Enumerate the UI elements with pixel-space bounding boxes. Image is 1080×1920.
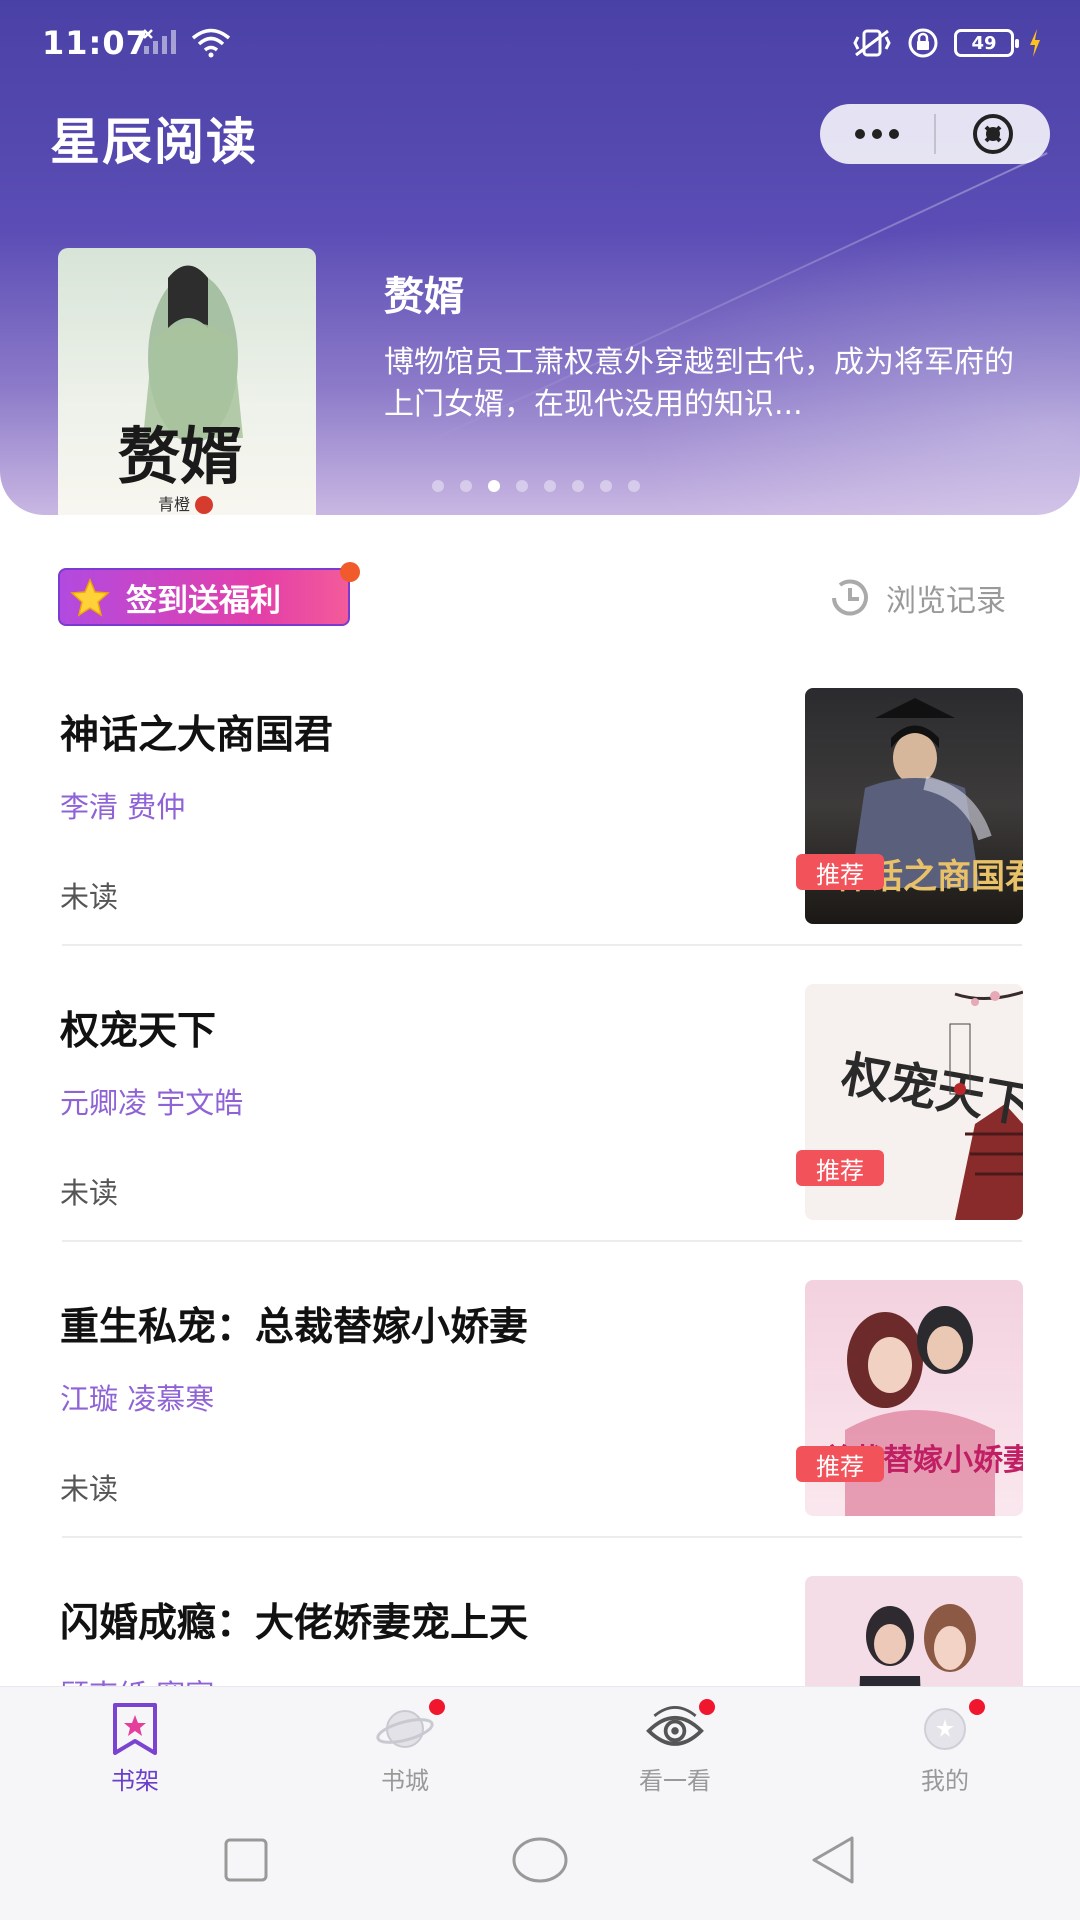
notification-dot <box>429 1699 445 1715</box>
tab-look[interactable]: 看一看 <box>540 1687 810 1805</box>
divider <box>62 1536 1022 1538</box>
carousel-dot[interactable] <box>432 480 444 492</box>
banner-description: 博物馆员工萧权意外穿越到古代，成为将军府的上门女婿，在现代没用的知识... <box>384 345 1014 422</box>
notification-dot <box>699 1699 715 1715</box>
banner-cover-author: 青橙 <box>158 495 190 514</box>
list-item[interactable]: 重生私宠：总裁替嫁小娇妻 江璇 凌慕寒 未读 总裁替嫁小娇妻 推荐 <box>0 1270 1080 1566</box>
bottom-tab-bar: 书架 书城 看一看 我的 <box>0 1686 1080 1804</box>
eye-icon <box>645 1699 715 1757</box>
carousel-dot[interactable] <box>544 480 556 492</box>
profile-planet-icon <box>915 1699 985 1757</box>
battery-level: 49 <box>971 32 997 54</box>
tab-profile[interactable]: 我的 <box>810 1687 1080 1805</box>
page-title: 星辰阅读 <box>50 113 258 171</box>
browse-history-button[interactable]: 浏览记录 <box>826 574 1006 622</box>
wifi-icon <box>191 28 231 58</box>
signin-label: 签到送福利 <box>126 582 281 619</box>
book-title: 神话之大商国君 <box>60 713 334 758</box>
close-icon <box>973 114 1013 154</box>
book-cover[interactable] <box>805 1576 1023 1686</box>
carousel-dot[interactable] <box>628 480 640 492</box>
carousel-dot[interactable] <box>572 480 584 492</box>
recommend-tag: 推荐 <box>796 1150 884 1186</box>
rotation-lock-icon <box>908 28 938 58</box>
mini-program-capsule <box>820 104 1050 164</box>
charging-icon <box>1030 29 1040 57</box>
planet-icon <box>375 1699 445 1757</box>
book-authors: 李清 费仲 <box>60 790 186 824</box>
book-authors: 江璇 凌慕寒 <box>60 1382 215 1416</box>
tab-bookstore[interactable]: 书城 <box>270 1687 540 1805</box>
book-title: 重生私宠：总裁替嫁小娇妻 <box>60 1305 529 1350</box>
divider <box>62 1240 1022 1242</box>
more-button[interactable] <box>820 104 934 164</box>
clock-icon <box>832 579 868 616</box>
tab-bookshelf[interactable]: 书架 <box>0 1687 270 1805</box>
book-authors: 顾南纸 寒宴 <box>60 1672 214 1686</box>
vibrate-icon <box>853 29 891 57</box>
recommend-tag: 推荐 <box>796 1446 884 1482</box>
book-title: 闪婚成瘾：大佬娇妻宠上天 <box>60 1601 529 1646</box>
carousel-indicator <box>432 480 640 492</box>
back-button[interactable] <box>808 1834 860 1886</box>
tab-label: 书架 <box>111 1767 159 1795</box>
header-banner: 11:07 49 星辰阅读 赘婿 青橙 赘婿 博物馆员工萧权意外穿越到古代，成为… <box>0 0 1080 515</box>
signin-reward-button[interactable]: 签到送福利 <box>58 562 360 626</box>
battery-indicator: 49 <box>954 29 1019 57</box>
notification-dot <box>969 1699 985 1715</box>
book-authors: 元卿凌 宇文皓 <box>60 1086 244 1120</box>
divider <box>62 944 1022 946</box>
carousel-dot-active[interactable] <box>488 480 500 492</box>
tab-label: 我的 <box>921 1767 969 1795</box>
book-title: 权宠天下 <box>60 1009 217 1054</box>
carousel-dot[interactable] <box>460 480 472 492</box>
notification-dot <box>340 562 360 582</box>
banner-book-cover[interactable]: 赘婿 青橙 <box>58 248 316 515</box>
status-time: 11:07 <box>42 24 149 62</box>
system-navigation-bar <box>0 1804 1080 1920</box>
list-item[interactable]: 神话之大商国君 李清 费仲 未读 神话之商国君 推荐 <box>0 678 1080 974</box>
signal-icon <box>143 29 176 54</box>
list-item[interactable]: 闪婚成瘾：大佬娇妻宠上天 顾南纸 寒宴 <box>0 1566 1080 1686</box>
history-label: 浏览记录 <box>886 584 1006 619</box>
status-bar: 11:07 49 <box>0 0 1080 90</box>
recommend-tag: 推荐 <box>796 854 884 890</box>
bookmark-star-icon <box>105 1701 165 1757</box>
banner-title[interactable]: 赘婿 <box>384 264 464 322</box>
tab-label: 书城 <box>381 1767 429 1795</box>
close-button[interactable] <box>936 104 1050 164</box>
home-button[interactable] <box>510 1834 570 1886</box>
read-status: 未读 <box>60 1176 119 1210</box>
recent-apps-button[interactable] <box>220 1834 272 1886</box>
read-status: 未读 <box>60 880 119 914</box>
carousel-dot[interactable] <box>600 480 612 492</box>
star-icon <box>60 570 120 624</box>
read-status: 未读 <box>60 1472 119 1506</box>
tab-label: 看一看 <box>639 1767 711 1795</box>
banner-cover-title: 赘婿 <box>118 420 242 493</box>
list-item[interactable]: 权宠天下 元卿凌 宇文皓 未读 权宠天下 推荐 <box>0 974 1080 1270</box>
carousel-dot[interactable] <box>516 480 528 492</box>
